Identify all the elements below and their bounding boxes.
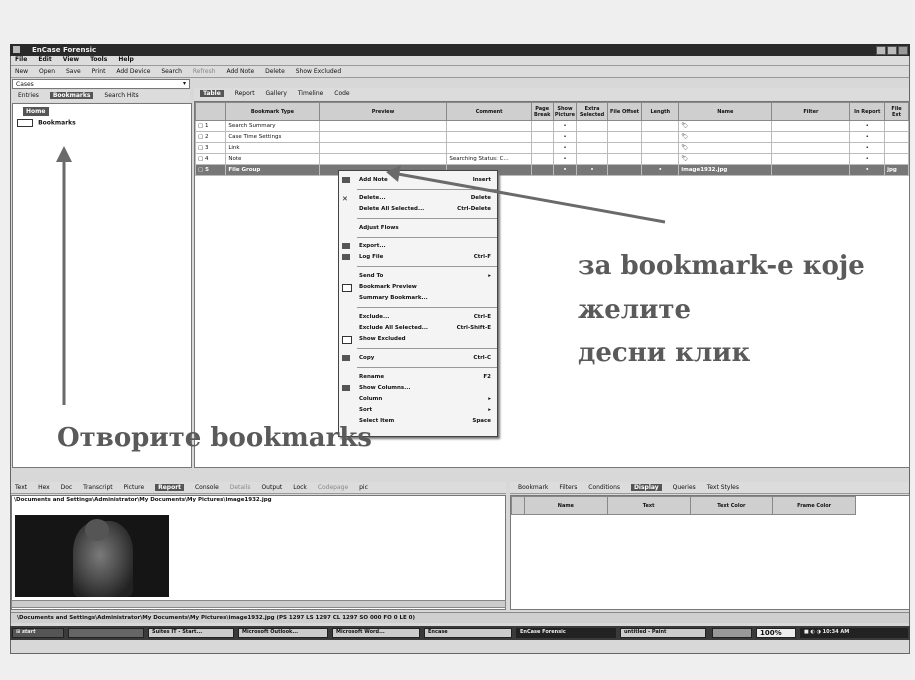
annotation-right-line3: десни клик — [578, 338, 751, 368]
diagonal-arrow-annotation — [386, 165, 666, 224]
annotation-arrows — [56, 146, 666, 405]
up-arrow-annotation — [56, 146, 72, 405]
annotation-right-line1: за bookmark-е које — [578, 251, 865, 281]
annotation-right-line2: желите — [578, 295, 692, 325]
annotation-bottom-left: Отворите bookmarks — [57, 423, 372, 453]
